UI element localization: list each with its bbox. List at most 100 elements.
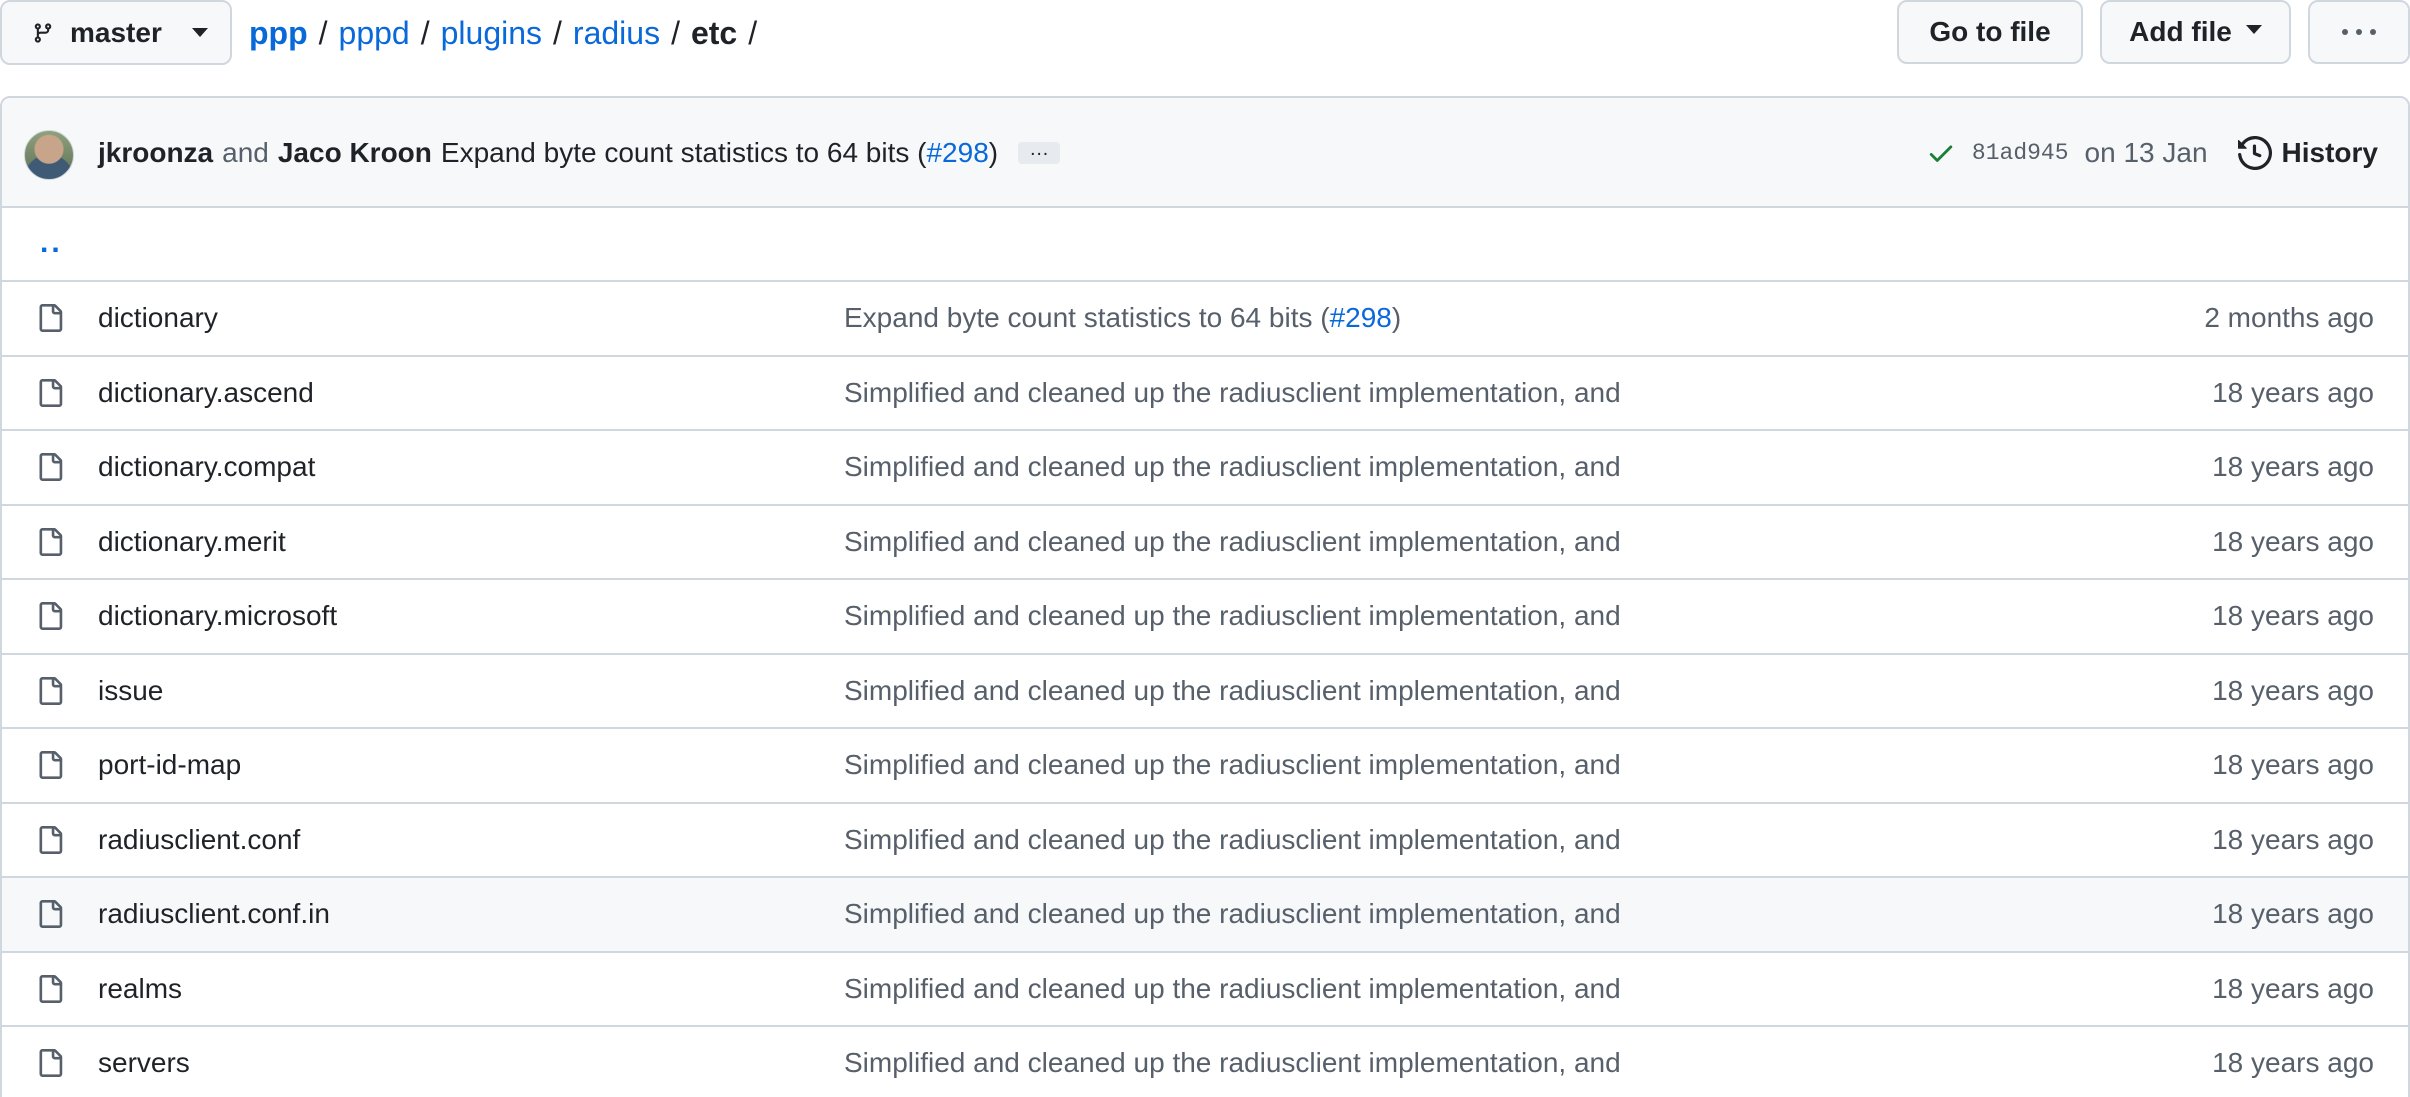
file-commit-message-text: Simplified and cleaned up the radiusclie… — [844, 451, 1621, 483]
file-commit-message-text: Expand byte count statistics to 64 bits … — [844, 302, 1330, 334]
file-commit-age: 18 years ago — [2212, 525, 2374, 557]
add-file-label: Add file — [2129, 16, 2232, 47]
breadcrumb-separator: / — [748, 14, 758, 51]
file-row[interactable]: radiusclient.conf Simplified and cleaned… — [2, 801, 2408, 877]
file-row[interactable]: dictionary.merit Simplified and cleaned … — [2, 503, 2408, 579]
file-commit-message-end: ) — [1391, 302, 1402, 334]
breadcrumb-separator: / — [318, 14, 328, 51]
file-commit-message-link[interactable]: Simplified and cleaned up the radiusclie… — [844, 824, 1621, 856]
file-icon — [39, 825, 63, 854]
breadcrumb-link-plugins[interactable]: plugins — [441, 15, 542, 52]
top-bar: master ppp / pppd / plugins / radius / e… — [0, 0, 2410, 66]
breadcrumb-link-pppd[interactable]: pppd — [339, 15, 410, 52]
file-commit-message-text: Simplified and cleaned up the radiusclie… — [844, 525, 1621, 557]
breadcrumb-separator: / — [420, 14, 430, 51]
file-row[interactable]: servers Simplified and cleaned up the ra… — [2, 1025, 2408, 1097]
file-commit-message-link[interactable]: Simplified and cleaned up the radiusclie… — [844, 1047, 1621, 1079]
commit-date: on 13 Jan — [2084, 137, 2208, 168]
file-name-link[interactable]: radiusclient.conf — [98, 824, 300, 856]
commit-message-text: Expand byte count statistics to 64 bits … — [440, 137, 927, 168]
breadcrumb-root-link[interactable]: ppp — [249, 15, 308, 52]
file-commit-message-link[interactable]: Simplified and cleaned up the radiusclie… — [844, 675, 1621, 707]
commit-author-link[interactable]: jkroonza — [98, 137, 213, 169]
file-commit-age: 18 years ago — [2212, 600, 2374, 632]
commit-sha-link[interactable]: 81ad945 — [1972, 140, 2069, 166]
breadcrumb: ppp / pppd / plugins / radius / etc / — [249, 0, 768, 66]
file-commit-message-link[interactable]: Expand byte count statistics to 64 bits … — [844, 302, 1401, 334]
file-name-link[interactable]: servers — [98, 1047, 190, 1079]
file-name-link[interactable]: issue — [98, 675, 163, 707]
file-name-link[interactable]: dictionary — [98, 302, 218, 334]
file-name-link[interactable]: dictionary.microsoft — [98, 600, 337, 632]
file-name-link[interactable]: dictionary.compat — [98, 451, 315, 483]
breadcrumb-current: etc — [690, 14, 738, 51]
file-icon — [39, 676, 63, 705]
file-commit-age: 18 years ago — [2212, 451, 2374, 483]
file-icon — [39, 751, 63, 780]
file-row[interactable]: issue Simplified and cleaned up the radi… — [2, 652, 2408, 728]
file-commit-age: 18 years ago — [2212, 749, 2374, 781]
commit-coauthor-link[interactable]: Jaco Kroon — [278, 137, 432, 169]
file-commit-message-link[interactable]: Simplified and cleaned up the radiusclie… — [844, 973, 1621, 1005]
file-commit-message-link[interactable]: Simplified and cleaned up the radiusclie… — [844, 898, 1621, 930]
chevron-down-icon — [2245, 24, 2262, 34]
commit-message-link[interactable]: Expand byte count statistics to 64 bits … — [441, 137, 998, 169]
breadcrumb-link-radius[interactable]: radius — [573, 15, 660, 52]
file-icon — [39, 974, 63, 1003]
history-label: History — [2281, 137, 2378, 168]
pr-link[interactable]: #298 — [926, 137, 988, 168]
file-row[interactable]: dictionary.ascend Simplified and cleaned… — [2, 354, 2408, 430]
file-commit-message-text: Simplified and cleaned up the radiusclie… — [844, 972, 1621, 1004]
branch-selector-button[interactable]: master — [0, 0, 232, 65]
file-row[interactable]: dictionary.compat Simplified and cleaned… — [2, 429, 2408, 504]
branch-name: master — [70, 16, 162, 48]
file-icon — [39, 602, 63, 631]
file-commit-age: 18 years ago — [2212, 376, 2374, 408]
file-commit-message-link[interactable]: Simplified and cleaned up the radiusclie… — [844, 749, 1621, 781]
file-name-link[interactable]: radiusclient.conf.in — [98, 898, 330, 930]
file-icon — [39, 378, 63, 407]
expand-commit-message-button[interactable]: … — [1018, 139, 1061, 164]
file-row[interactable]: dictionary.microsoft Simplified and clea… — [2, 578, 2408, 653]
parent-directory-row[interactable]: .. — [2, 208, 2408, 280]
file-row[interactable]: port-id-map Simplified and cleaned up th… — [2, 727, 2408, 802]
commit-conjunction: and — [222, 137, 269, 168]
file-commit-message-text: Simplified and cleaned up the radiusclie… — [844, 749, 1621, 781]
file-icon — [39, 453, 63, 482]
chevron-down-icon — [191, 28, 208, 37]
parent-directory-link[interactable]: .. — [40, 226, 63, 260]
file-name-link[interactable]: realms — [98, 973, 182, 1005]
git-branch-icon — [34, 22, 52, 43]
file-name-link[interactable]: port-id-map — [98, 749, 241, 781]
file-commit-age: 18 years ago — [2212, 972, 2374, 1004]
breadcrumb-separator: / — [553, 14, 562, 51]
add-file-button[interactable]: Add file — [2100, 0, 2291, 64]
file-commit-age: 2 months ago — [2204, 302, 2374, 334]
file-icon — [39, 1049, 63, 1078]
more-options-button[interactable] — [2308, 0, 2410, 64]
avatar[interactable] — [24, 130, 74, 180]
file-commit-message-link[interactable]: Simplified and cleaned up the radiusclie… — [844, 526, 1621, 558]
file-commit-message-text: Simplified and cleaned up the radiusclie… — [844, 600, 1621, 632]
kebab-horizontal-icon — [2342, 29, 2376, 35]
file-name-link[interactable]: dictionary.merit — [98, 526, 286, 558]
history-icon — [2237, 136, 2272, 170]
file-commit-message-link[interactable]: Simplified and cleaned up the radiusclie… — [844, 600, 1621, 632]
commit-meta: 81ad945 on 13 Jan History — [1926, 98, 2378, 208]
file-row[interactable]: realms Simplified and cleaned up the rad… — [2, 950, 2408, 1026]
file-commit-message-link[interactable]: Simplified and cleaned up the radiusclie… — [844, 451, 1621, 483]
go-to-file-button[interactable]: Go to file — [1897, 0, 2083, 64]
file-commit-age: 18 years ago — [2212, 823, 2374, 855]
file-commit-age: 18 years ago — [2212, 898, 2374, 930]
file-row[interactable]: radiusclient.conf.in Simplified and clea… — [2, 876, 2408, 951]
check-icon[interactable] — [1926, 138, 1956, 168]
file-commit-message-link[interactable]: Simplified and cleaned up the radiusclie… — [844, 377, 1621, 409]
file-row[interactable]: dictionary Expand byte count statistics … — [2, 280, 2408, 355]
file-icon — [39, 304, 63, 333]
file-icon — [39, 900, 63, 929]
pr-link[interactable]: #298 — [1330, 302, 1392, 333]
file-name-link[interactable]: dictionary.ascend — [98, 377, 314, 409]
file-commit-age: 18 years ago — [2212, 1047, 2374, 1079]
history-link[interactable]: History — [2237, 136, 2378, 170]
file-icon — [39, 527, 63, 556]
